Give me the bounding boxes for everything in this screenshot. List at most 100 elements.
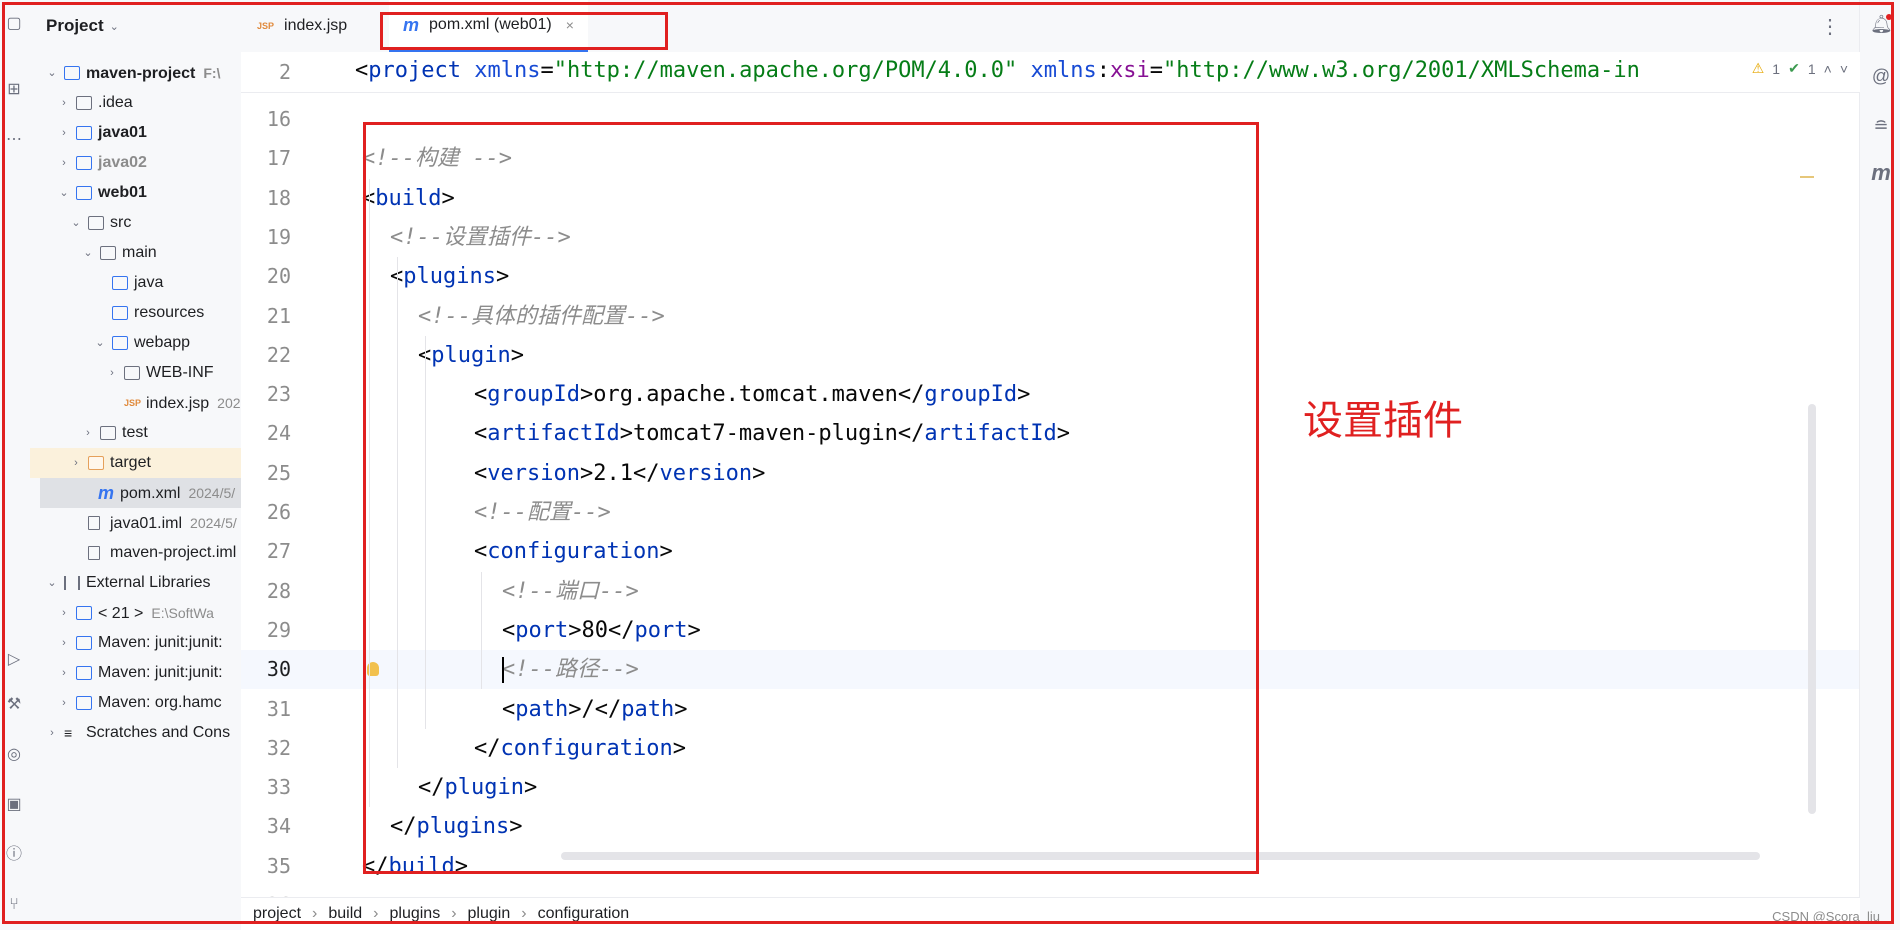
build-tool-icon[interactable]: ⚒ — [4, 695, 24, 715]
terminal-tool-icon[interactable]: ▣ — [4, 795, 24, 815]
tree-item[interactable]: ⌄ maven-project F:\ — [30, 58, 241, 88]
git-tool-icon[interactable]: ⑂ — [4, 895, 24, 915]
module-folder-icon — [76, 186, 92, 200]
more-tools-icon[interactable]: ⋯ — [4, 130, 24, 150]
chevron-right-icon[interactable]: › — [46, 718, 58, 748]
tree-item[interactable]: › Maven: junit:junit: — [30, 628, 241, 658]
tree-item[interactable]: › WEB-INF — [30, 358, 241, 388]
tree-item-meta: F:\ — [203, 65, 221, 81]
chevron-up-icon[interactable]: ˄ — [1824, 61, 1832, 77]
chevron-right-icon[interactable]: › — [58, 628, 70, 658]
vertical-scrollbar[interactable] — [1808, 404, 1816, 814]
line-number: 22 — [266, 342, 291, 367]
tree-item[interactable]: ⌄ webapp — [30, 328, 241, 358]
chevron-down-icon[interactable]: ⌄ — [58, 178, 70, 208]
tree-item[interactable]: maven-project.iml — [30, 538, 241, 568]
tree-item[interactable]: › Maven: org.hamc — [30, 688, 241, 718]
tree-item-label: Maven: org.hamc — [98, 694, 222, 711]
line-number: 23 — [266, 382, 291, 407]
chevron-right-icon[interactable]: › — [58, 688, 70, 718]
tree-item[interactable]: ⌄ web01 — [30, 178, 241, 208]
breadcrumb-item[interactable]: project — [253, 905, 301, 923]
chevron-right-icon[interactable]: › — [58, 88, 70, 118]
tab-index-jsp[interactable]: JSP index.jsp — [257, 0, 347, 52]
tree-item[interactable]: JSP index.jsp 202 — [30, 388, 241, 418]
chevron-right-icon[interactable]: › — [82, 418, 94, 448]
line-number: 16 — [266, 107, 291, 131]
tree-item[interactable]: › .idea — [30, 88, 241, 118]
maven-tool-icon[interactable]: m — [1870, 162, 1892, 184]
breadcrumb-item[interactable]: build — [328, 905, 362, 923]
breadcrumb-item[interactable]: plugins — [390, 905, 441, 923]
tree-item-meta: 2024/5/ — [190, 515, 237, 531]
tree-item[interactable]: ⌄ main — [30, 238, 241, 268]
tab-label: index.jsp — [284, 17, 348, 34]
more-vertical-icon[interactable]: ⋮ — [1820, 14, 1840, 39]
project-tool-window: Project ⌄ ⌄ maven-project F:\ › .idea › java01… — [30, 0, 242, 930]
chevron-down-icon[interactable]: ⌄ — [82, 238, 94, 268]
problems-tool-icon[interactable]: ⓘ — [4, 845, 24, 865]
sticky-scroll-line: 2 <project xmlns="http://maven.apache.or… — [241, 52, 1860, 93]
tree-item[interactable]: › test — [30, 418, 241, 448]
warning-stripe-marker[interactable] — [1800, 176, 1814, 178]
tree-item[interactable]: › target — [30, 448, 241, 478]
line-number: 31 — [266, 696, 291, 721]
chevron-down-icon[interactable]: ˅ — [1840, 61, 1848, 77]
tree-item[interactable]: ⌄ src — [30, 208, 241, 238]
services-tool-icon[interactable]: ◎ — [4, 745, 24, 765]
project-panel-header[interactable]: Project ⌄ — [30, 0, 241, 52]
tree-item-meta: 2024/5/ — [188, 485, 236, 501]
module-folder-icon — [76, 126, 92, 140]
maven-file-icon: m — [98, 483, 115, 503]
chevron-right-icon[interactable]: › — [58, 658, 70, 688]
maven-lib-icon — [76, 666, 92, 680]
chevron-down-icon[interactable]: ⌄ — [46, 568, 58, 598]
chevron-right-icon[interactable]: › — [106, 358, 118, 388]
chevron-right-icon[interactable]: › — [70, 448, 82, 478]
inspection-widget[interactable]: ⚠ 1 ✔ 1 ˄ ˅ — [1752, 60, 1848, 77]
warning-count: 1 — [1772, 60, 1781, 77]
breadcrumb-item[interactable]: plugin — [468, 905, 511, 923]
chevron-down-icon[interactable]: ⌄ — [46, 58, 58, 88]
tree-item[interactable]: m pom.xml 2024/5/ — [40, 478, 241, 508]
tree-item[interactable]: › Maven: junit:junit: — [30, 658, 241, 688]
warning-icon: ⚠ — [1751, 60, 1765, 76]
folder-icon — [100, 426, 116, 440]
database-icon[interactable]: ≘ — [1870, 116, 1892, 137]
line-number: 24 — [266, 421, 291, 446]
code-annotation-box — [363, 122, 1259, 874]
library-icon — [64, 576, 80, 590]
notification-badge — [1886, 14, 1892, 20]
tree-item-label: main — [122, 244, 157, 261]
chevron-down-icon[interactable]: ⌄ — [110, 20, 119, 33]
chevron-right-icon[interactable]: › — [58, 118, 70, 148]
breadcrumb: project › build › plugins › plugin › configurati… — [241, 897, 1860, 930]
line-number: 17 — [266, 146, 291, 171]
line-number: 25 — [266, 460, 291, 485]
tree-item[interactable]: ⌄ External Libraries — [30, 568, 241, 598]
line-number: 32 — [266, 735, 291, 760]
project-tool-icon[interactable]: ▢ — [4, 14, 24, 34]
chevron-right-icon[interactable]: › — [58, 598, 70, 628]
chevron-right-icon[interactable]: › — [58, 148, 70, 178]
run-tool-icon[interactable]: ▷ — [4, 650, 24, 670]
line-number: 2 — [278, 60, 291, 84]
tree-item-label: java01.iml 2024/5/ — [110, 515, 237, 532]
tree-item[interactable]: › java02 — [30, 148, 241, 178]
tree-item[interactable]: › java01 — [30, 118, 241, 148]
ai-assistant-icon[interactable]: @ — [1870, 66, 1892, 87]
structure-tool-icon[interactable]: ⊞ — [4, 80, 24, 100]
source-folder-icon — [112, 276, 128, 290]
tree-item[interactable]: java — [30, 268, 241, 298]
tree-item[interactable]: java01.iml 2024/5/ — [30, 508, 241, 538]
breadcrumb-item[interactable]: configuration — [538, 905, 630, 923]
chevron-down-icon[interactable]: ⌄ — [70, 208, 82, 238]
tree-item-label: target — [110, 454, 151, 471]
chevron-down-icon[interactable]: ⌄ — [94, 328, 106, 358]
tree-item[interactable]: › ≡ Scratches and Cons — [30, 718, 241, 748]
left-tool-strip: ▢ ⊞ ⋯ ▷ ⚒ ◎ ▣ ⓘ ⑂ — [0, 0, 31, 930]
tree-item[interactable]: › < 21 > E:\SoftWa — [30, 598, 241, 628]
tree-item[interactable]: resources — [30, 298, 241, 328]
line-number: 35 — [266, 853, 291, 878]
line-number: 21 — [266, 303, 291, 328]
